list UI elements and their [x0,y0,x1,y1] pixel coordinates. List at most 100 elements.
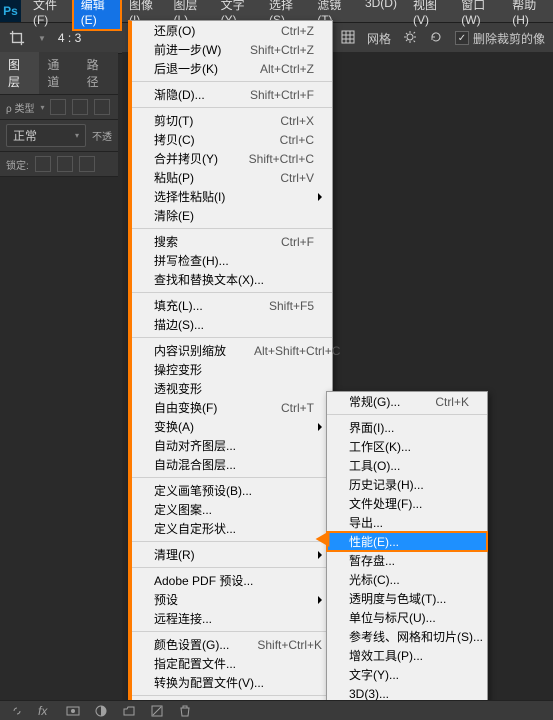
edit-menu-item-17[interactable]: 填充(L)...Shift+F5 [132,296,332,315]
filter-type-icon[interactable] [94,99,110,115]
tab-channels[interactable]: 通道 [39,52,78,94]
edit-menu: 还原(O)Ctrl+Z前进一步(W)Shift+Ctrl+Z后退一步(K)Alt… [128,20,333,720]
chevron-down-icon[interactable]: ▼ [38,34,46,43]
new-layer-icon[interactable] [150,704,164,718]
prefs-menu-item-14[interactable]: 增效工具(P)... [327,646,487,665]
menu-item-label: 自由变换(F) [154,399,253,416]
edit-menu-item-13[interactable]: 搜索Ctrl+F [132,232,332,251]
prefs-menu-item-9[interactable]: 暂存盘... [327,551,487,570]
edit-menu-item-6[interactable]: 剪切(T)Ctrl+X [132,111,332,130]
lock-position-icon[interactable] [57,156,73,172]
edit-menu-item-1[interactable]: 前进一步(W)Shift+Ctrl+Z [132,40,332,59]
edit-menu-item-10[interactable]: 选择性粘贴(I) [132,187,332,206]
prefs-menu-item-7[interactable]: 导出... [327,513,487,532]
edit-menu-item-8[interactable]: 合并拷贝(Y)Shift+Ctrl+C [132,149,332,168]
lock-all-icon[interactable] [79,156,95,172]
menu-item-label: 后退一步(K) [154,60,232,77]
prefs-menu-item-8[interactable]: 性能(E)... [327,532,487,551]
edit-menu-item-38[interactable]: 颜色设置(G)...Shift+Ctrl+K [132,635,332,654]
trash-icon[interactable] [178,704,192,718]
menu-separator [327,414,487,415]
prefs-menu-item-10[interactable]: 光标(C)... [327,570,487,589]
prefs-menu-item-2[interactable]: 界面(I)... [327,418,487,437]
edit-menu-item-11[interactable]: 清除(E) [132,206,332,225]
edit-menu-item-32[interactable]: 清理(R) [132,545,332,564]
link-layers-icon[interactable] [10,704,24,718]
prefs-menu-item-15[interactable]: 文字(Y)... [327,665,487,684]
menu-item-label: 合并拷贝(Y) [154,150,221,167]
edit-menu-item-23[interactable]: 自由变换(F)Ctrl+T [132,398,332,417]
edit-menu-item-35[interactable]: 预设 [132,590,332,609]
menu-item-shortcut: Shift+Ctrl+F [250,88,314,102]
filter-pixel-icon[interactable] [50,99,66,115]
edit-menu-item-29[interactable]: 定义图案... [132,500,332,519]
prefs-menu-item-13[interactable]: 参考线、网格和切片(S)... [327,627,487,646]
edit-menu-item-22[interactable]: 透视变形 [132,379,332,398]
edit-menu-item-36[interactable]: 远程连接... [132,609,332,628]
menu-窗口w[interactable]: 窗口(W) [453,0,504,30]
menu-separator [132,477,332,478]
menu-item-label: 变换(A) [154,418,314,435]
prefs-menu-item-4[interactable]: 工具(O)... [327,456,487,475]
fx-icon[interactable]: fx [38,704,52,718]
edit-menu-item-30[interactable]: 定义自定形状... [132,519,332,538]
menu-item-label: 自动对齐图层... [154,437,314,454]
grid-overlay-icon[interactable] [341,30,355,47]
edit-menu-item-25[interactable]: 自动对齐图层... [132,436,332,455]
menu-item-label: 3D(3)... [349,687,469,701]
edit-menu-item-24[interactable]: 变换(A) [132,417,332,436]
grid-label: 网格 [367,30,391,47]
blend-mode-dropdown[interactable]: 正常 ▾ [6,124,86,147]
edit-menu-item-2[interactable]: 后退一步(K)Alt+Ctrl+Z [132,59,332,78]
prefs-menu-item-12[interactable]: 单位与标尺(U)... [327,608,487,627]
menu-视图v[interactable]: 视图(V) [405,0,453,30]
menu-编辑e[interactable]: 编辑(E) [73,0,121,30]
edit-menu-item-28[interactable]: 定义画笔预设(B)... [132,481,332,500]
gear-icon[interactable] [403,30,417,47]
group-icon[interactable] [122,704,136,718]
menu-3dd[interactable]: 3D(D) [357,0,405,30]
menu-item-label: 填充(L)... [154,297,241,314]
prefs-menu-item-3[interactable]: 工作区(K)... [327,437,487,456]
edit-menu-item-26[interactable]: 自动混合图层... [132,455,332,474]
filter-adjust-icon[interactable] [72,99,88,115]
tab-paths[interactable]: 路径 [79,52,118,94]
menu-item-label: 剪切(T) [154,112,252,129]
prefs-menu-item-0[interactable]: 常规(G)...Ctrl+K [327,392,487,411]
menu-item-shortcut: Shift+Ctrl+K [257,638,322,652]
menu-item-label: 工具(O)... [349,457,469,474]
edit-menu-item-9[interactable]: 粘贴(P)Ctrl+V [132,168,332,187]
edit-menu-item-34[interactable]: Adobe PDF 预设... [132,571,332,590]
menu-item-shortcut: Ctrl+C [280,133,314,147]
lock-pixels-icon[interactable] [35,156,51,172]
edit-menu-item-18[interactable]: 描边(S)... [132,315,332,334]
edit-menu-item-20[interactable]: 内容识别缩放Alt+Shift+Ctrl+C [132,341,332,360]
edit-menu-item-15[interactable]: 查找和替换文本(X)... [132,270,332,289]
menu-item-label: 清除(E) [154,207,314,224]
edit-menu-item-7[interactable]: 拷贝(C)Ctrl+C [132,130,332,149]
chevron-down-icon[interactable]: ▾ [40,103,44,112]
prefs-menu-item-6[interactable]: 文件处理(F)... [327,494,487,513]
adjustment-layer-icon[interactable] [94,704,108,718]
menu-separator [132,631,332,632]
crop-tool-icon[interactable] [8,29,26,47]
edit-menu-item-14[interactable]: 拼写检查(H)... [132,251,332,270]
menu-separator [132,292,332,293]
menu-item-label: 参考线、网格和切片(S)... [349,628,483,645]
delete-cropped-checkbox[interactable]: 删除裁剪的像 [455,30,545,47]
mask-icon[interactable] [66,704,80,718]
crop-ratio-value[interactable]: 4 : 3 [58,31,81,45]
edit-menu-item-21[interactable]: 操控变形 [132,360,332,379]
prefs-menu-item-11[interactable]: 透明度与色域(T)... [327,589,487,608]
menu-item-label: 操控变形 [154,361,314,378]
refresh-icon[interactable] [429,30,443,47]
edit-menu-item-39[interactable]: 指定配置文件... [132,654,332,673]
menu-帮助h[interactable]: 帮助(H) [504,0,553,30]
tab-layers[interactable]: 图层 [0,52,39,94]
edit-menu-item-4[interactable]: 渐隐(D)...Shift+Ctrl+F [132,85,332,104]
edit-menu-item-40[interactable]: 转换为配置文件(V)... [132,673,332,692]
menu-文件f[interactable]: 文件(F) [25,0,73,30]
menu-separator [132,695,332,696]
edit-menu-item-0[interactable]: 还原(O)Ctrl+Z [132,21,332,40]
prefs-menu-item-5[interactable]: 历史记录(H)... [327,475,487,494]
